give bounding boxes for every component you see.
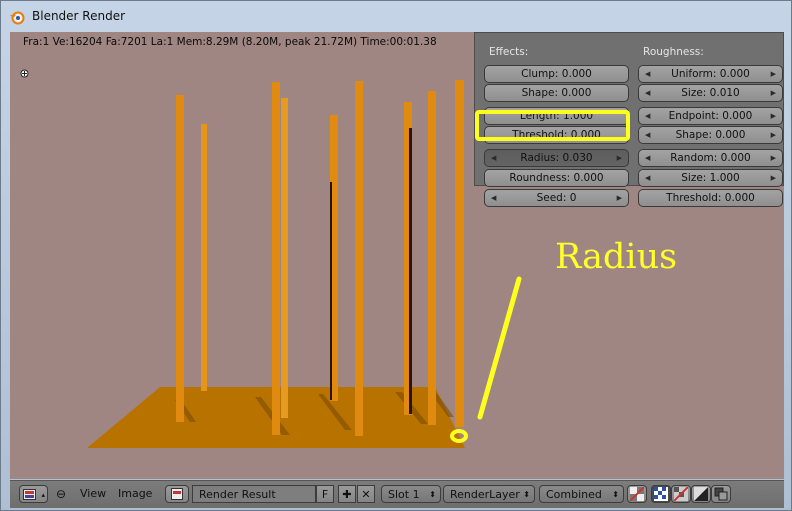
- decrement-arrow-icon[interactable]: ◀: [645, 108, 650, 125]
- alpha-checker-red-icon: [674, 487, 688, 501]
- random-field[interactable]: ◀ Random: 0.000 ▶: [638, 149, 783, 167]
- render-layer-value: RenderLayer: [450, 488, 520, 501]
- increment-arrow-icon[interactable]: ▶: [771, 85, 776, 102]
- up-down-chevron-icon: ⬍: [612, 490, 619, 499]
- new-image-button[interactable]: ✚: [338, 485, 356, 503]
- shape-value: Shape: 0.000: [521, 87, 592, 99]
- image-editor-icon: [23, 489, 36, 500]
- editor-type-button[interactable]: ▴: [19, 485, 48, 503]
- roughness-shape-value: Shape: 0.000: [675, 129, 746, 141]
- decrement-arrow-icon[interactable]: ◀: [645, 170, 650, 187]
- hair-strand: [455, 80, 464, 427]
- radius-annotation-label: Radius: [555, 237, 678, 277]
- increment-arrow-icon[interactable]: ▶: [617, 150, 622, 167]
- roughness-header: Roughness:: [643, 46, 704, 58]
- slot-dropdown[interactable]: Slot 1 ⬍: [381, 485, 441, 503]
- scopes-button[interactable]: [711, 485, 731, 503]
- fake-user-button[interactable]: F: [316, 485, 334, 503]
- image-menu[interactable]: Image: [118, 485, 152, 503]
- image-name-value: Render Result: [199, 488, 276, 501]
- collapse-menu-icon[interactable]: ⊖: [56, 485, 66, 503]
- random-threshold-field[interactable]: Threshold: 0.000: [638, 189, 783, 207]
- hair-strand: [428, 91, 436, 425]
- increment-arrow-icon[interactable]: ▶: [771, 150, 776, 167]
- hair-strand: [176, 95, 184, 422]
- image-name-field[interactable]: Render Result: [192, 485, 316, 503]
- fake-user-label: F: [321, 488, 329, 501]
- image-browse-button[interactable]: [165, 485, 189, 503]
- uniform-value: Uniform: 0.000: [671, 68, 750, 80]
- blender-logo-icon: [10, 11, 25, 25]
- hair-strands: [176, 80, 464, 436]
- render-stats: Fra:1 Ve:16204 Fa:7201 La:1 Mem:8.29M (8…: [23, 36, 437, 48]
- decrement-arrow-icon[interactable]: ◀: [645, 66, 650, 83]
- decrement-arrow-icon[interactable]: ◀: [645, 127, 650, 144]
- roughness-shape-field[interactable]: ◀ Shape: 0.000 ▶: [638, 126, 783, 144]
- radius-highlight-box: [475, 110, 630, 141]
- hair-strand: [409, 128, 412, 414]
- alpha-checker-button[interactable]: [651, 485, 671, 503]
- decrement-arrow-icon[interactable]: ◀: [645, 85, 650, 102]
- z-buffer-button[interactable]: [691, 485, 711, 503]
- color-alpha-icon: [630, 487, 644, 501]
- render-pass-value: Combined: [546, 488, 602, 501]
- z-buffer-icon: [694, 487, 708, 501]
- hair-strand: [272, 82, 280, 435]
- up-down-chevron-icon: ⬍: [429, 490, 436, 499]
- decrement-arrow-icon[interactable]: ◀: [645, 150, 650, 167]
- draw-channels-button[interactable]: [627, 485, 647, 503]
- seed-field[interactable]: ◀ Seed: 0 ▶: [484, 189, 629, 207]
- roughness-size-field[interactable]: ◀ Size: 0.010 ▶: [638, 84, 783, 102]
- random-size-field[interactable]: ◀ Size: 1.000 ▶: [638, 169, 783, 187]
- hair-strand: [355, 81, 363, 436]
- seed-value: Seed: 0: [536, 192, 577, 204]
- endpoint-value: Endpoint: 0.000: [668, 110, 753, 122]
- random-size-value: Size: 1.000: [681, 172, 740, 184]
- checkerboard-icon: [654, 487, 668, 501]
- title-bar: Blender Render: [1, 1, 792, 31]
- shape-field[interactable]: Shape: 0.000: [484, 84, 629, 102]
- render-layer-dropdown[interactable]: RenderLayer ⬍: [443, 485, 535, 503]
- decrement-arrow-icon[interactable]: ◀: [491, 150, 496, 167]
- increment-arrow-icon[interactable]: ▶: [771, 170, 776, 187]
- unlink-image-button[interactable]: ✕: [357, 485, 375, 503]
- endpoint-field[interactable]: ◀ Endpoint: 0.000 ▶: [638, 107, 783, 125]
- view-menu[interactable]: View: [80, 485, 106, 503]
- image-browse-icon: [171, 488, 183, 500]
- clump-field[interactable]: Clump: 0.000: [484, 65, 629, 83]
- uniform-field[interactable]: ◀ Uniform: 0.000 ▶: [638, 65, 783, 83]
- increment-arrow-icon[interactable]: ▶: [771, 127, 776, 144]
- plus-icon: ✚: [342, 488, 352, 501]
- roundness-value: Roundness: 0.000: [509, 172, 604, 184]
- window-title: Blender Render: [32, 9, 126, 23]
- up-down-chevron-icon: ⬍: [523, 490, 530, 499]
- clump-value: Clump: 0.000: [521, 68, 592, 80]
- roughness-size-value: Size: 0.010: [681, 87, 740, 99]
- increment-arrow-icon[interactable]: ▶: [771, 108, 776, 125]
- blender-render-window: Blender Render Fra:1 Ve:16204 Fa:7201 La…: [0, 0, 792, 511]
- scopes-icon: [714, 487, 728, 501]
- slot-value: Slot 1: [388, 488, 420, 501]
- effects-header: Effects:: [489, 46, 529, 58]
- random-value: Random: 0.000: [670, 152, 751, 164]
- increment-arrow-icon[interactable]: ▶: [771, 66, 776, 83]
- children-settings-panel: Effects: Roughness: Clump: 0.000 Shape: …: [474, 32, 784, 207]
- alpha-button[interactable]: [671, 485, 691, 503]
- random-threshold-value: Threshold: 0.000: [666, 192, 755, 204]
- annotation-pointer-line: [477, 276, 522, 420]
- image-editor-header: ▴ ⊖ View Image Render Result F ✚ ✕ Slot …: [10, 480, 784, 508]
- crosshair-icon: [20, 69, 29, 78]
- render-pass-dropdown[interactable]: Combined ⬍: [539, 485, 624, 503]
- dropdown-chevron-icon: ▴: [41, 491, 45, 499]
- radius-field[interactable]: ◀ Radius: 0.030 ▶: [484, 149, 629, 167]
- hair-strand: [281, 98, 288, 418]
- roundness-field[interactable]: Roundness: 0.000: [484, 169, 629, 187]
- hair-strand: [201, 124, 207, 391]
- close-icon: ✕: [361, 488, 371, 501]
- decrement-arrow-icon[interactable]: ◀: [491, 190, 496, 207]
- hair-strand: [330, 182, 332, 400]
- radius-value: Radius: 0.030: [520, 152, 593, 164]
- increment-arrow-icon[interactable]: ▶: [617, 190, 622, 207]
